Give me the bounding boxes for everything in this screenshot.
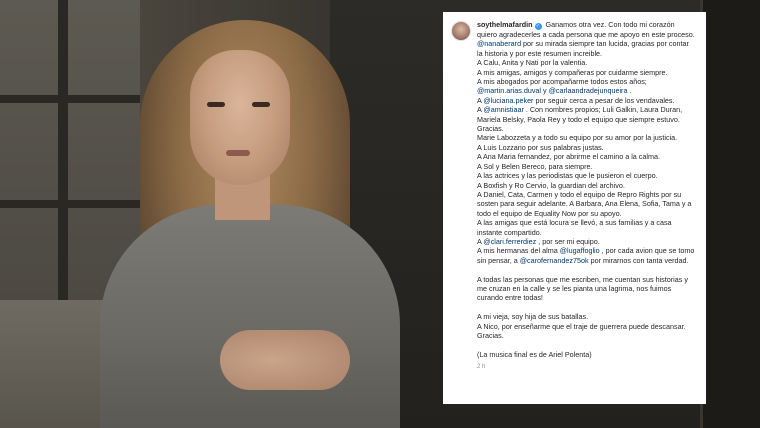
caption-line: A Boxfish y Ro Cervio, la guardian del a… — [477, 180, 625, 190]
caption-line: A mis hermanas del alma @lugaffoglio , p… — [477, 246, 696, 265]
caption-fragment: por mirarnos con tanta verdad. — [588, 255, 689, 265]
mention-link[interactable]: @martin.arias.duval — [477, 86, 541, 95]
caption-line: A @luciana.peker por seguir cerca a pesa… — [477, 96, 696, 105]
mention-link[interactable]: @carofernandez75ok — [520, 256, 589, 265]
mention-link[interactable]: @luciana.peker — [483, 96, 533, 105]
mention-link[interactable]: @lugaffoglio — [560, 246, 600, 255]
caption-line: A Calu, Anita y Nati por la valentia. — [477, 58, 588, 68]
caption-fragment: y — [541, 86, 549, 96]
window-background — [0, 0, 140, 300]
person-mouth — [226, 150, 250, 156]
username-link[interactable]: soythelmafardin — [477, 20, 533, 29]
avatar[interactable] — [451, 21, 471, 41]
post-timestamp: 2 h — [477, 364, 486, 371]
person-shirt — [100, 205, 400, 428]
caption-line: A Ana Maria fernandez, por abrirme el ca… — [477, 152, 660, 162]
caption-line: (La musica final es de Ariel Polenta) — [477, 349, 592, 359]
caption-line: A Daniel, Cata, Carmen y todo el equipo … — [477, 189, 692, 218]
door-background — [700, 0, 760, 428]
caption-fragment: por seguir cerca a pesar de los vendaval… — [533, 95, 675, 105]
caption-line: Marie Labozzeta y a todo su equipo por s… — [477, 133, 678, 143]
caption-line: @martin.arias.duval y @carlaandradejunqu… — [477, 86, 696, 95]
caption-line: A Luis Lozzano por sus palabras justas. — [477, 142, 604, 152]
caption-text: soythelmafardin ✓ Ganamos otra vez. Con t… — [477, 20, 696, 373]
caption-lines: Ganamos otra vez. Con todo mi corazón qu… — [477, 20, 696, 359]
caption-header: soythelmafardin ✓ Ganamos otra vez. Con t… — [451, 20, 696, 373]
mention-link[interactable]: @carlaandradejunqueira — [549, 86, 628, 95]
caption-fragment: A mis hermanas del alma — [477, 246, 560, 256]
mention-link[interactable]: @amnistiaar — [483, 105, 523, 114]
instagram-caption-panel: soythelmafardin ✓ Ganamos otra vez. Con t… — [443, 12, 706, 404]
caption-line: A las amigas que está locura se llevó, a… — [477, 218, 672, 237]
caption-line: A mis amigas, amigos y compañeras por cu… — [477, 67, 668, 77]
caption-line: A todas las personas que me escriben, me… — [477, 274, 688, 303]
caption-line: A Nico, por enseñarme que el traje de gu… — [477, 321, 686, 340]
mention-link[interactable]: @nanaberard — [477, 39, 521, 48]
caption-line: A mis abogados por acompañarme todos est… — [477, 77, 647, 87]
person-eye — [207, 102, 225, 107]
caption-line: A mi vieja, soy hija de sus batallas. — [477, 312, 589, 322]
caption-line: A Sol y Belen Bereco, para siempre. — [477, 161, 593, 171]
caption-fragment: , por ser mi equipo. — [536, 236, 600, 246]
caption-line: A las actrices y las periodistas que le … — [477, 171, 658, 181]
caption-line: A @amnistiaar . Con nombres propios; Lul… — [477, 105, 696, 133]
mention-link[interactable]: @clari.ferrerdiez — [483, 237, 536, 246]
caption-fragment: . — [627, 86, 632, 96]
person-eye — [252, 102, 270, 107]
caption-line: @nanaberard por su mirada siempre tan lu… — [477, 39, 696, 58]
verified-badge-icon: ✓ — [534, 23, 542, 30]
person-face — [190, 50, 290, 185]
person-hands — [220, 330, 350, 390]
caption-line: A @clari.ferrerdiez , por ser mi equipo. — [477, 237, 696, 246]
